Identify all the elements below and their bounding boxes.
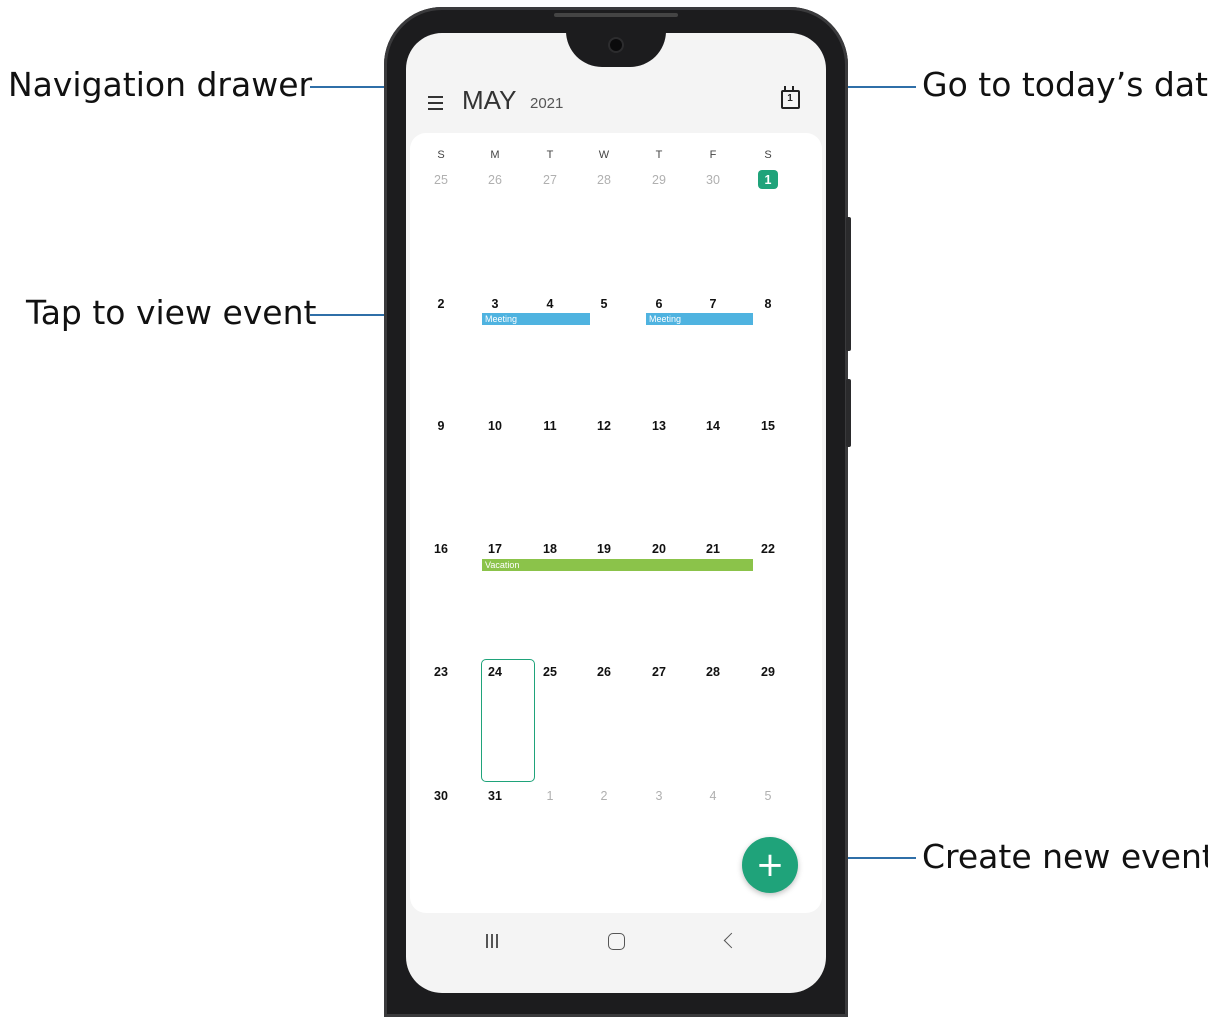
event-vacation[interactable]: Vacation	[482, 559, 753, 571]
day-cell[interactable]: 2	[584, 789, 624, 803]
day-cell[interactable]: 26	[475, 173, 515, 187]
day-cell[interactable]: 4	[693, 789, 733, 803]
weekday-label: W	[598, 149, 610, 161]
day-cell[interactable]: 17	[475, 542, 515, 556]
day-cell[interactable]: 6	[639, 297, 679, 311]
day-cell[interactable]: 23	[421, 665, 461, 679]
day-cell[interactable]: 25	[421, 173, 461, 187]
menu-icon[interactable]	[426, 83, 448, 123]
day-cell[interactable]: 27	[530, 173, 570, 187]
day-cell[interactable]: 29	[748, 665, 788, 679]
callout-navigation-drawer: Navigation drawer	[8, 65, 313, 104]
callout-go-to-today: Go to today’s date	[922, 65, 1208, 104]
month-grid: S M T W T F S 25 26 27 28 29 30 1 2 3 4 …	[410, 133, 822, 913]
day-cell[interactable]: 12	[584, 419, 624, 433]
weekday-label: T	[546, 149, 554, 161]
year-title: 2021	[530, 95, 564, 112]
day-cell[interactable]: 15	[748, 419, 788, 433]
day-cell[interactable]: 20	[639, 542, 679, 556]
weekday-label: F	[709, 149, 717, 161]
app-bar: MAY 2021 1	[406, 73, 826, 133]
day-cell[interactable]: 10	[475, 419, 515, 433]
recent-apps-icon[interactable]	[472, 926, 512, 956]
day-cell[interactable]: 14	[693, 419, 733, 433]
day-cell[interactable]: 5	[748, 789, 788, 803]
day-cell[interactable]: 22	[748, 542, 788, 556]
month-title: MAY	[462, 85, 517, 115]
day-cell[interactable]: 30	[421, 789, 461, 803]
day-cell[interactable]: 26	[584, 665, 624, 679]
day-cell[interactable]: 7	[693, 297, 733, 311]
calendar-today-icon[interactable]: 1	[780, 86, 800, 110]
day-cell[interactable]: 25	[530, 665, 570, 679]
day-cell[interactable]: 3	[475, 297, 515, 311]
day-cell[interactable]: 8	[748, 297, 788, 311]
day-cell[interactable]: 3	[639, 789, 679, 803]
day-cell[interactable]: 31	[475, 789, 515, 803]
create-event-button[interactable]: +	[742, 837, 798, 893]
callout-create-new-event: Create new event	[922, 837, 1208, 876]
today-icon-number: 1	[787, 93, 793, 104]
day-cell[interactable]: 18	[530, 542, 570, 556]
day-cell[interactable]: 27	[639, 665, 679, 679]
day-cell[interactable]: 1	[530, 789, 570, 803]
weekday-label: S	[437, 149, 445, 161]
day-cell[interactable]: 5	[584, 297, 624, 311]
day-cell-today[interactable]: 1	[748, 173, 788, 187]
system-navigation-bar	[406, 918, 826, 968]
phone-frame: MAY 2021 1 S M T W T F S 25 26 27 28 29	[384, 7, 851, 1017]
event-meeting[interactable]: Meeting	[646, 313, 753, 325]
day-cell[interactable]: 11	[530, 419, 570, 433]
home-icon[interactable]	[596, 926, 636, 956]
day-cell[interactable]: 9	[421, 419, 461, 433]
weekday-label: T	[655, 149, 663, 161]
volume-button	[846, 217, 851, 351]
camera-notch	[566, 33, 666, 67]
day-cell[interactable]: 13	[639, 419, 679, 433]
weekday-label: M	[490, 149, 500, 161]
back-icon[interactable]	[712, 926, 752, 956]
power-button	[846, 379, 851, 447]
day-cell[interactable]: 16	[421, 542, 461, 556]
front-camera	[610, 39, 622, 51]
day-cell[interactable]: 29	[639, 173, 679, 187]
callout-tap-to-view: Tap to view event	[26, 293, 317, 332]
day-cell-selected[interactable]: 24	[475, 665, 515, 679]
weekday-label: S	[764, 149, 772, 161]
day-cell[interactable]: 4	[530, 297, 570, 311]
day-cell[interactable]: 28	[693, 665, 733, 679]
day-cell[interactable]: 21	[693, 542, 733, 556]
speaker-grille	[554, 13, 678, 17]
day-cell[interactable]: 19	[584, 542, 624, 556]
day-cell[interactable]: 30	[693, 173, 733, 187]
phone-screen: MAY 2021 1 S M T W T F S 25 26 27 28 29	[406, 33, 826, 993]
day-cell[interactable]: 2	[421, 297, 461, 311]
event-meeting[interactable]: Meeting	[482, 313, 590, 325]
day-cell[interactable]: 28	[584, 173, 624, 187]
